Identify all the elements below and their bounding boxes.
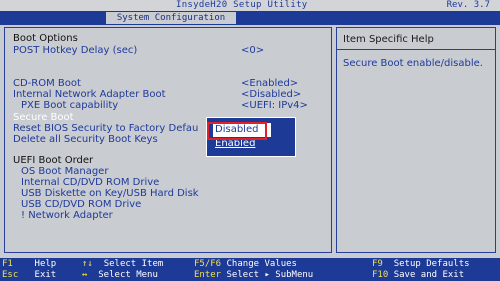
key-f5-f6: F5/F6 <box>194 259 222 269</box>
legend-change-values: F5/F6 Change Values <box>194 259 297 270</box>
legend-f1: F1 Help <box>2 259 56 270</box>
revision-label: Rev. 3.7 <box>446 0 490 10</box>
key-esc: Esc <box>2 270 19 280</box>
pxe-boot-value[interactable]: <UEFI: IPv4> <box>241 100 308 112</box>
post-hotkey-delay-label[interactable]: POST Hotkey Delay (sec) <box>13 45 137 57</box>
bios-screen: InsydeH20 Setup Utility Rev. 3.7 System … <box>0 0 500 281</box>
legend-select-menu: ↔ Select Menu <box>82 270 158 281</box>
help-panel: Item Specific Help Secure Boot enable/di… <box>336 27 496 253</box>
legend-setup-defaults-label: Setup Defaults <box>393 259 470 269</box>
key-f9: F9 <box>372 259 383 269</box>
post-hotkey-delay-value[interactable]: <0> <box>241 45 264 57</box>
legend-select-item-label: Select Item <box>103 259 164 269</box>
key-left-right: ↔ <box>82 270 88 280</box>
legend-save-exit: F10 Save and Exit <box>372 270 464 281</box>
legend-change-values-label: Change Values <box>226 259 297 269</box>
pxe-boot-label[interactable]: PXE Boot capability <box>21 100 118 112</box>
legend-save-exit-label: Save and Exit <box>393 270 465 280</box>
app-title: InsydeH20 Setup Utility <box>176 0 308 10</box>
key-f1: F1 <box>2 259 13 269</box>
tab-system-configuration[interactable]: System Configuration <box>106 12 236 24</box>
help-text: Secure Boot enable/disable. <box>343 58 483 69</box>
legend-enter-label: Select ▸ SubMenu <box>226 270 314 280</box>
boot-options-header: Boot Options <box>13 33 78 44</box>
tab-bar: System Configuration <box>0 11 500 25</box>
legend-select-item: ↑↓ Select Item <box>82 259 163 270</box>
key-enter: Enter <box>194 270 222 280</box>
boot-order-item[interactable]: ! Network Adapter <box>21 210 113 222</box>
legend-f1-label: Help <box>34 259 57 269</box>
selection-highlight-box <box>207 122 267 140</box>
key-up-down: ↑↓ <box>82 259 93 269</box>
delete-security-keys-label[interactable]: Delete all Security Boot Keys <box>13 134 158 146</box>
legend-setup-defaults: F9 Setup Defaults <box>372 259 470 270</box>
legend-esc: Esc Exit <box>2 270 56 281</box>
legend-esc-label: Exit <box>34 270 57 280</box>
legend-select-menu-label: Select Menu <box>98 270 158 280</box>
legend-enter: Enter Select ▸ SubMenu <box>194 270 313 281</box>
key-f10: F10 <box>372 270 389 280</box>
title-bar: InsydeH20 Setup Utility Rev. 3.7 <box>0 0 500 11</box>
help-heading: Item Specific Help <box>337 28 495 50</box>
key-legend: F1 Help ↑↓ Select Item F5/F6 Change Valu… <box>0 258 500 281</box>
